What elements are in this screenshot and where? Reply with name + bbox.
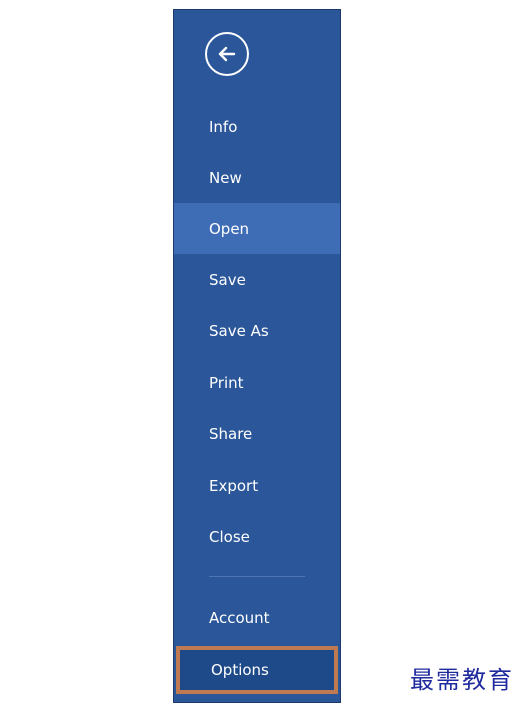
menu-item-open[interactable]: Open	[174, 203, 340, 254]
menu-item-label: Account	[209, 608, 270, 627]
menu-item-close[interactable]: Close	[174, 511, 340, 562]
menu-separator	[209, 576, 305, 577]
back-button[interactable]	[205, 32, 249, 76]
menu-item-new[interactable]: New	[174, 152, 340, 203]
menu-item-label: Share	[209, 424, 253, 443]
file-backstage-menu: Info New Open Save Save As Print Share E…	[173, 9, 341, 703]
menu-item-info[interactable]: Info	[174, 101, 340, 152]
menu-item-save[interactable]: Save	[174, 254, 340, 305]
screenshot-stage: Info New Open Save Save As Print Share E…	[0, 0, 532, 707]
menu-item-label: Export	[209, 476, 259, 495]
menu-item-save-as[interactable]: Save As	[174, 305, 340, 356]
menu-item-label: Options	[211, 661, 269, 679]
arrow-left-icon	[218, 46, 236, 62]
menu-item-print[interactable]: Print	[174, 357, 340, 408]
menu-item-label: Save As	[209, 321, 269, 340]
menu-item-label: Info	[209, 117, 238, 136]
menu-item-label: Save	[209, 270, 246, 289]
menu-item-label: New	[209, 168, 242, 187]
menu-item-account[interactable]: Account	[174, 592, 340, 643]
menu-item-label: Close	[209, 527, 250, 546]
menu-item-share[interactable]: Share	[174, 408, 340, 459]
menu-item-export[interactable]: Export	[174, 460, 340, 511]
menu-item-label: Print	[209, 373, 244, 392]
menu-item-label: Open	[209, 219, 250, 238]
watermark-text: 最需教育	[410, 666, 514, 694]
menu-item-options[interactable]: Options	[176, 646, 338, 694]
